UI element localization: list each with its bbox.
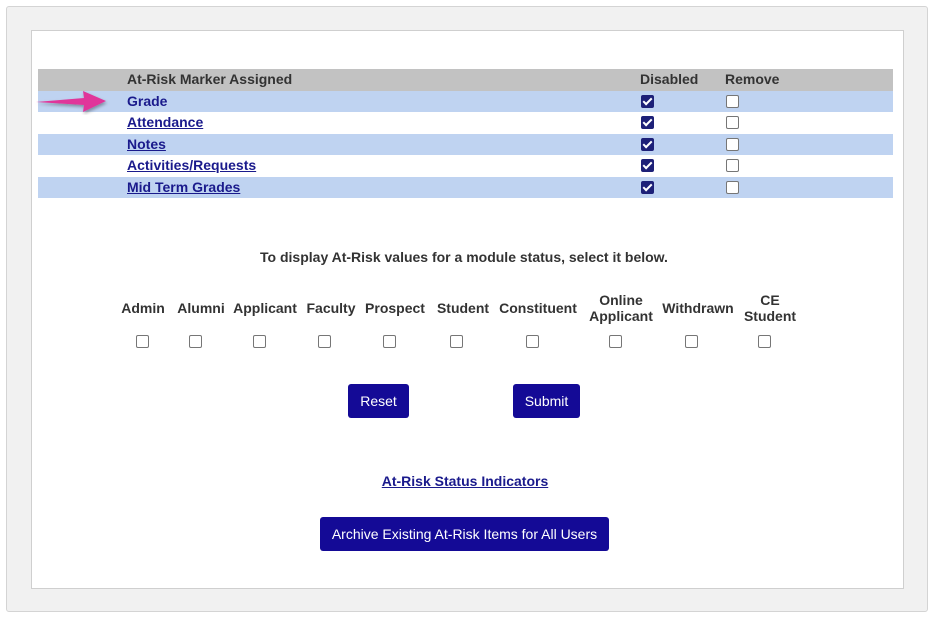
submit-button[interactable]: Submit	[513, 384, 580, 418]
status-withdrawn: Withdrawn	[657, 292, 739, 352]
pointer-arrow-icon	[36, 91, 106, 112]
at-risk-marker-table: At-Risk Marker Assigned Disabled Remove …	[38, 69, 893, 198]
table-row: Activities/Requests	[38, 155, 893, 177]
status-instruction: To display At-Risk values for a module s…	[0, 249, 936, 265]
status-faculty: Faculty	[302, 292, 360, 352]
status-label: Faculty	[306, 300, 356, 316]
status-label: Student	[436, 300, 490, 316]
disabled-checkbox-activities-requests[interactable]	[641, 159, 654, 172]
status-checkbox-faculty[interactable]	[318, 335, 331, 348]
status-online-applicant: Online Applicant	[584, 292, 658, 352]
marker-link-mid-term-grades[interactable]: Mid Term Grades	[127, 179, 240, 195]
status-admin: Admin	[118, 292, 168, 352]
status-checkbox-constituent[interactable]	[526, 335, 539, 348]
table-row: Attendance	[38, 112, 893, 134]
disabled-checkbox-attendance[interactable]	[641, 116, 654, 129]
status-student: Student	[431, 292, 495, 352]
remove-checkbox-activities-requests[interactable]	[726, 159, 739, 172]
table-row: Grade	[38, 90, 893, 112]
reset-button[interactable]: Reset	[348, 384, 409, 418]
status-ce-student: CE Student	[739, 292, 801, 352]
marker-link-activities-requests[interactable]: Activities/Requests	[127, 157, 256, 173]
status-alumni: Alumni	[173, 292, 229, 352]
header-disabled: Disabled	[640, 71, 699, 87]
header-marker-label: At-Risk Marker Assigned	[127, 71, 293, 87]
table-row: Notes	[38, 133, 893, 155]
status-label: Constituent	[499, 300, 577, 316]
disabled-checkbox-grade[interactable]	[641, 94, 654, 108]
status-label: Withdrawn	[662, 300, 734, 316]
status-prospect: Prospect	[359, 292, 431, 352]
status-checkbox-prospect[interactable]	[383, 335, 396, 348]
status-constituent: Constituent	[494, 292, 582, 352]
marker-link-attendance[interactable]: Attendance	[127, 114, 203, 130]
at-risk-status-indicators-link-row: At-Risk Status Indicators	[0, 473, 936, 489]
status-label: Prospect	[365, 300, 425, 316]
remove-checkbox-mid-term-grades[interactable]	[726, 180, 739, 194]
status-checkbox-ce-student[interactable]	[758, 335, 771, 348]
status-checkbox-withdrawn[interactable]	[685, 335, 698, 348]
status-instruction-text: To display At-Risk values for a module s…	[260, 249, 668, 265]
status-label: Applicant	[233, 300, 297, 316]
status-checkbox-applicant[interactable]	[253, 335, 266, 348]
marker-link-notes[interactable]: Notes	[127, 136, 166, 152]
status-label: Applicant	[589, 308, 653, 324]
remove-checkbox-attendance[interactable]	[726, 116, 739, 129]
status-checkbox-student[interactable]	[450, 335, 463, 348]
status-applicant: Applicant	[229, 292, 301, 352]
status-label: Admin	[121, 300, 165, 316]
disabled-checkbox-mid-term-grades[interactable]	[641, 180, 654, 194]
status-label: Alumni	[177, 300, 225, 316]
table-row: Mid Term Grades	[38, 176, 893, 198]
archive-at-risk-button[interactable]: Archive Existing At-Risk Items for All U…	[320, 517, 609, 551]
status-label: Student	[743, 308, 797, 324]
remove-checkbox-grade[interactable]	[726, 94, 739, 108]
status-checkbox-online-applicant[interactable]	[609, 335, 622, 348]
status-label: Online	[599, 292, 643, 308]
status-checkbox-alumni[interactable]	[189, 335, 202, 348]
disabled-checkbox-notes[interactable]	[641, 137, 654, 151]
table-header-row: At-Risk Marker Assigned Disabled Remove	[38, 69, 893, 91]
at-risk-status-indicators-link[interactable]: At-Risk Status Indicators	[382, 473, 548, 489]
status-checkbox-admin[interactable]	[136, 335, 149, 348]
status-label: CE	[760, 292, 780, 308]
header-remove: Remove	[725, 71, 780, 87]
remove-checkbox-notes[interactable]	[726, 137, 739, 151]
marker-label-grade: Grade	[127, 92, 168, 109]
